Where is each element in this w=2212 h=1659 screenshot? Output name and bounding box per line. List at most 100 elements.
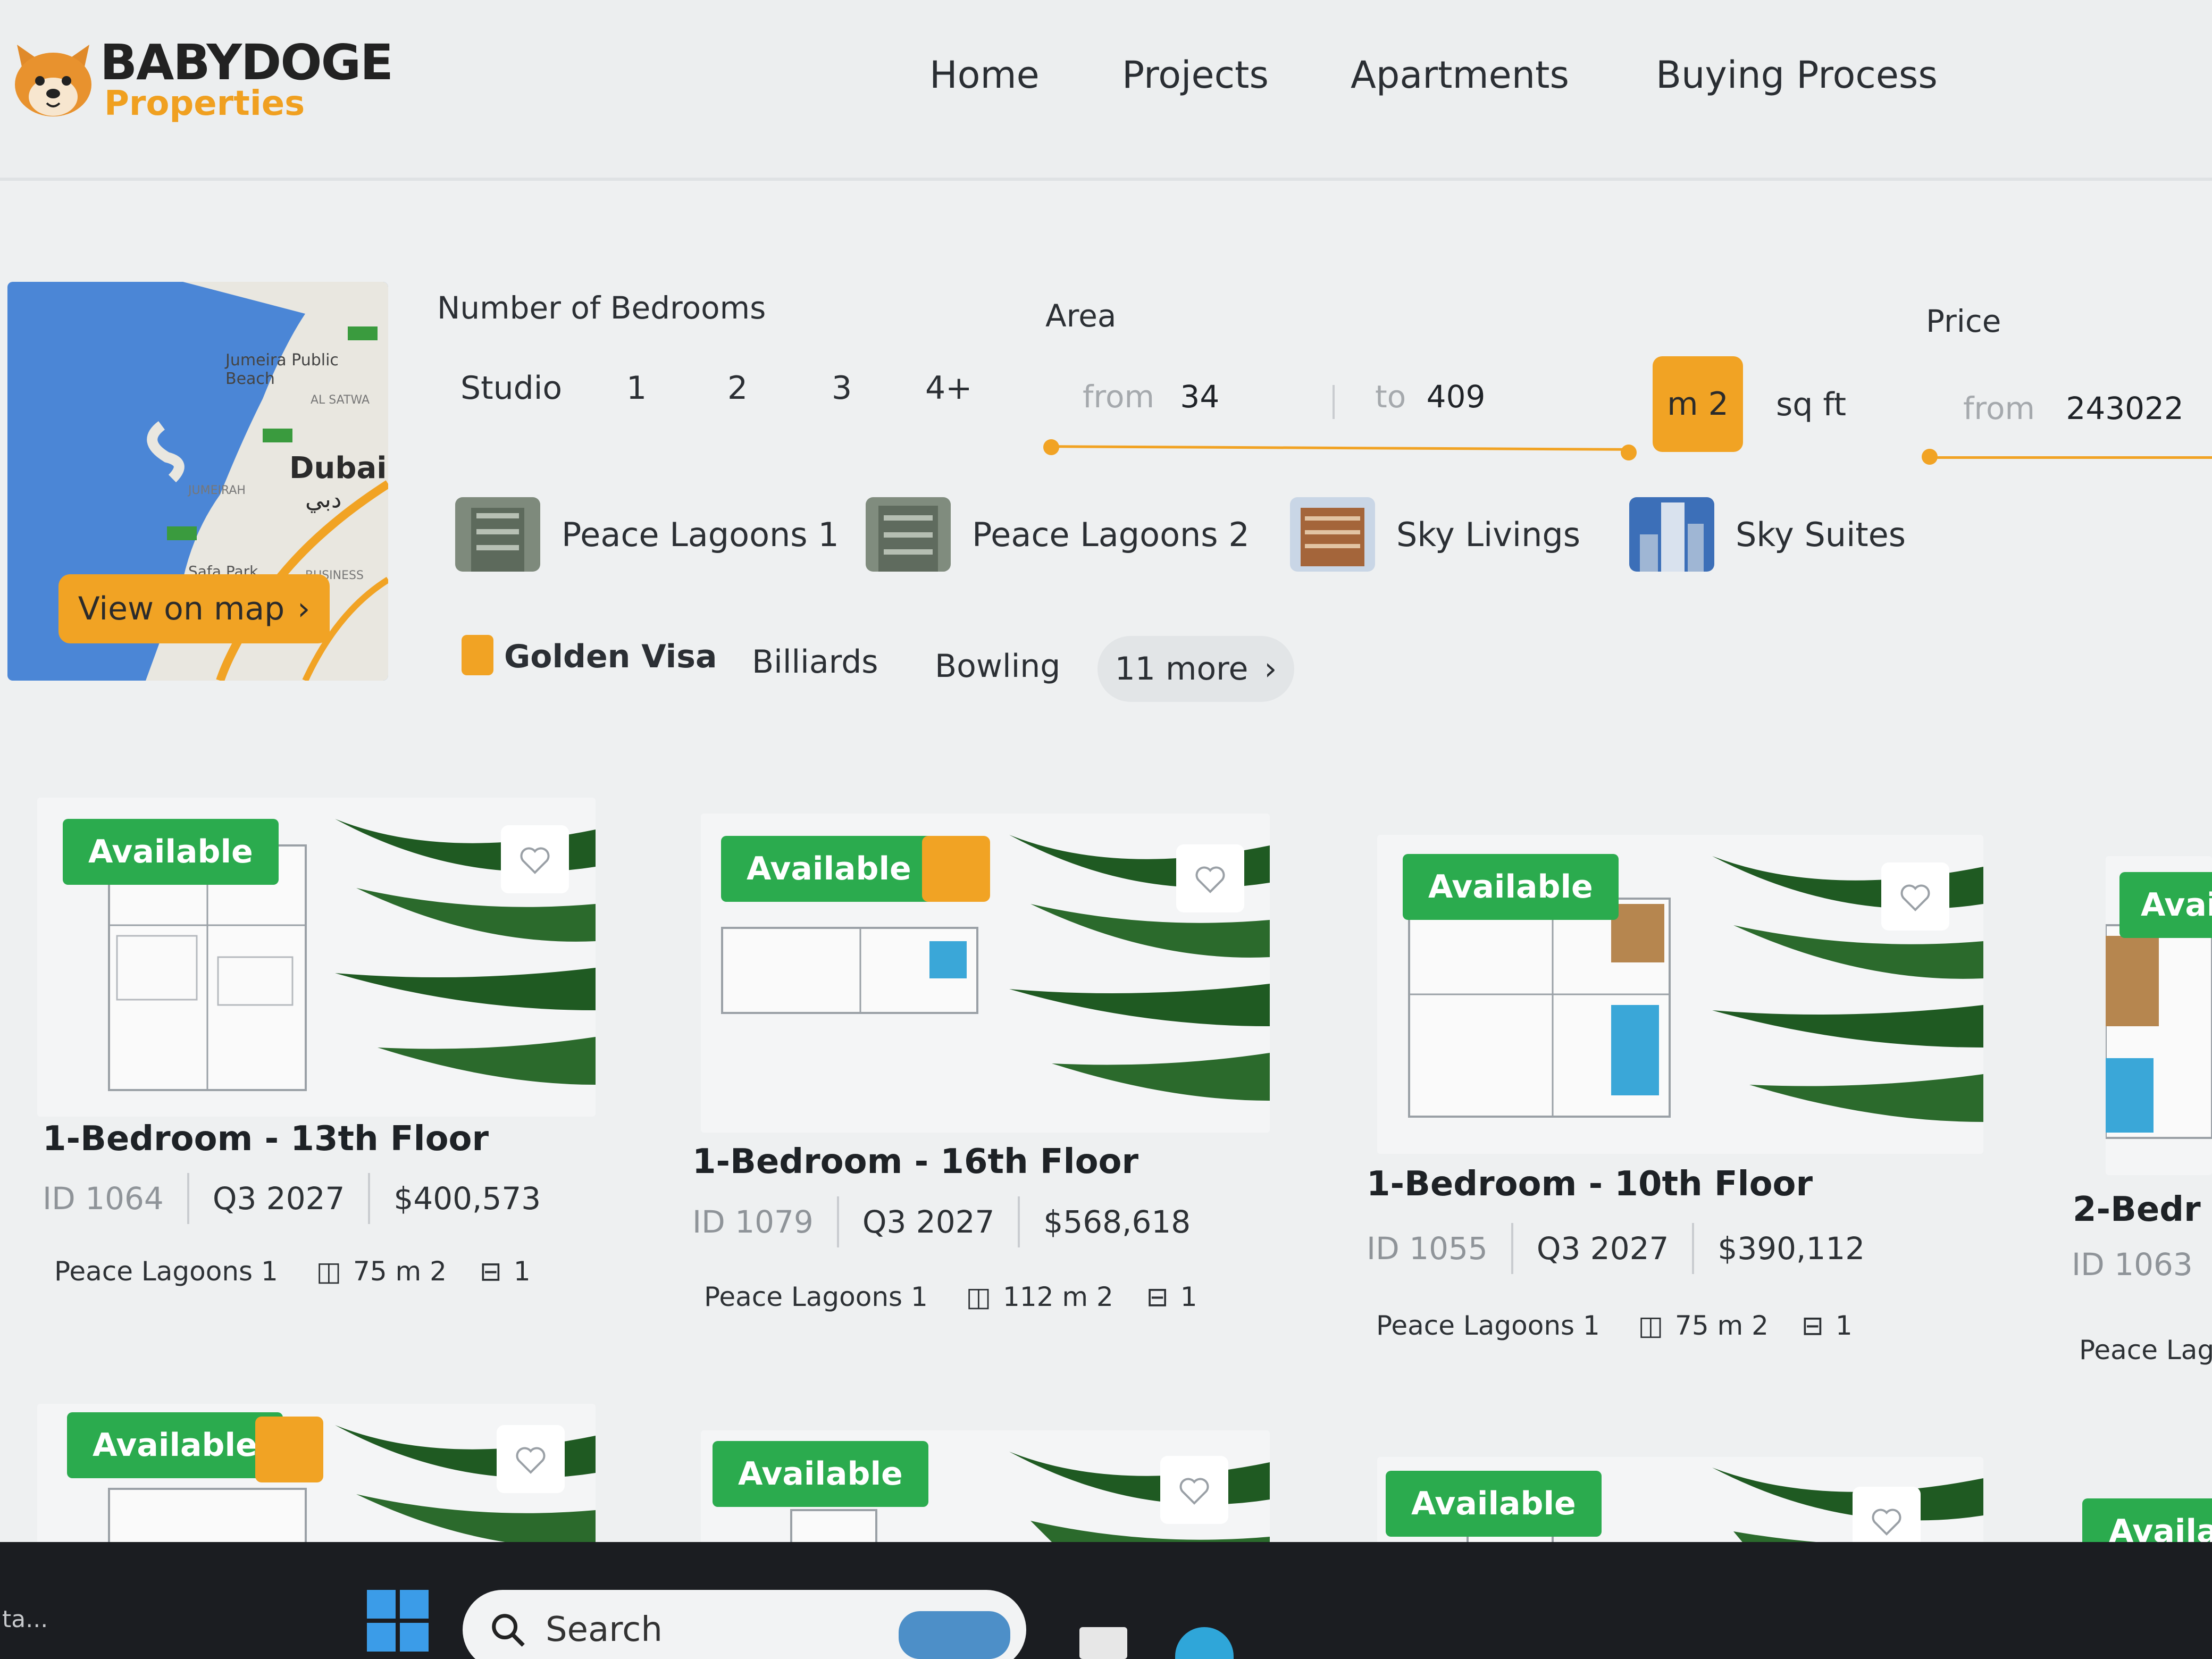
project-tag: Peace Lag (2079, 1335, 2212, 1365)
availability-badge: Available (721, 836, 937, 902)
amenity-golden-visa[interactable]: Golden Visa (504, 638, 717, 675)
view-on-map-label: View on map (78, 590, 285, 627)
area-divider (1333, 385, 1335, 419)
project-name: Peace Lagoons 2 (972, 515, 1250, 554)
heart-icon (1195, 866, 1225, 893)
favorite-button[interactable] (1160, 1456, 1228, 1524)
building-thumbnail (1629, 497, 1714, 572)
apartment-tags: Peace Lagoons 1 ◫ 75 m 2 ⊟ 1 (54, 1256, 531, 1287)
bedroom-option-1[interactable]: 1 (626, 370, 647, 407)
apartment-tags: Peace Lagoons 1 ◫ 75 m 2 ⊟ 1 (1376, 1310, 1853, 1341)
unit-sqft-toggle[interactable]: sq ft (1776, 386, 1846, 423)
apartment-meta: ID 1064 Q3 2027 $400,573 (43, 1173, 541, 1224)
favorite-button[interactable] (1881, 862, 1949, 931)
file-explorer-icon[interactable] (1079, 1627, 1127, 1659)
building-thumbnail (455, 497, 540, 572)
project-name: Peace Lagoons 1 (562, 515, 839, 554)
view-on-map-button[interactable]: View on map › (58, 574, 330, 643)
completion-date: Q3 2027 (862, 1204, 995, 1240)
project-name: Sky Suites (1736, 515, 1906, 554)
favorite-button[interactable] (497, 1425, 565, 1493)
heart-icon (516, 1447, 546, 1474)
apartment-id: ID 1055 (1367, 1230, 1488, 1267)
apartment-price: $390,112 (1717, 1230, 1865, 1267)
bedroom-option-4plus[interactable]: 4+ (925, 370, 972, 407)
golden-visa-badge-icon (922, 836, 990, 902)
unit-m2-toggle[interactable]: m 2 (1653, 356, 1743, 452)
apartment-price: $400,573 (393, 1180, 541, 1217)
apartment-id: ID 1063 (2072, 1246, 2193, 1283)
bedroom-count: 1 (1180, 1281, 1197, 1312)
amenity-bowling[interactable]: Bowling (935, 648, 1060, 685)
taskbar-search-label: Search (546, 1610, 663, 1649)
availability-badge: Available (713, 1441, 928, 1507)
availability-badge: Available (1386, 1471, 1602, 1537)
apartment-title[interactable]: 1-Bedroom - 16th Floor (692, 1142, 1138, 1182)
project-chip-peace-lagoons-2[interactable]: Peace Lagoons 2 (866, 489, 1250, 580)
favorite-button[interactable] (501, 825, 569, 893)
golden-visa-icon (462, 635, 493, 675)
project-chip-sky-suites[interactable]: Sky Suites (1629, 489, 1906, 580)
favorite-button[interactable] (1176, 844, 1244, 912)
building-thumbnail (866, 497, 951, 572)
taskbar-left-text: ta... (2, 1606, 48, 1633)
bedroom-option-3[interactable]: 3 (832, 370, 852, 407)
amenity-billiards[interactable]: Billiards (752, 643, 878, 681)
price-slider-min-handle[interactable] (1922, 449, 1938, 465)
heart-icon (1179, 1478, 1209, 1505)
area-label: Area (1045, 298, 1117, 334)
nav-buying-process[interactable]: Buying Process (1656, 53, 1938, 97)
area-from-prefix: from (1083, 379, 1154, 415)
more-amenities-button[interactable]: 11 more › (1097, 636, 1294, 702)
price-slider-track[interactable] (1929, 456, 2212, 459)
brand-subtitle: Properties (104, 84, 305, 123)
map-label-city: Dubai (289, 451, 387, 485)
nav-projects[interactable]: Projects (1122, 53, 1269, 97)
bed-icon: ⊟ (1801, 1310, 1824, 1341)
price-from-input[interactable]: from 243022 (1963, 390, 2184, 426)
apartment-meta: ID 1063 (2072, 1246, 2193, 1283)
building-thumbnail (1290, 497, 1375, 572)
area-value: 75 m 2 (1675, 1310, 1769, 1341)
project-chip-sky-livings[interactable]: Sky Livings (1290, 489, 1580, 580)
apartment-title[interactable]: 2-Bedr (2073, 1190, 2201, 1229)
nav-apartments[interactable]: Apartments (1351, 53, 1569, 97)
availability-badge: Available (63, 819, 279, 885)
map-label-city-arabic: دبي (305, 486, 342, 513)
bedrooms-label: Number of Bedrooms (437, 290, 766, 326)
bedroom-count: 1 (1835, 1310, 1853, 1341)
apartment-id: ID 1064 (43, 1180, 164, 1217)
search-highlight-icon (899, 1611, 1010, 1659)
availability-badge: Avai (2119, 872, 2212, 938)
availability-badge: Available (67, 1412, 283, 1478)
area-icon: ◫ (966, 1281, 992, 1312)
area-icon: ◫ (316, 1256, 342, 1287)
more-amenities-label: 11 more (1115, 650, 1249, 688)
area-from-input[interactable]: from 34 (1083, 379, 1219, 415)
apartment-price: $568,618 (1043, 1204, 1191, 1240)
bedroom-option-studio[interactable]: Studio (460, 370, 562, 407)
heart-icon (520, 847, 550, 874)
completion-date: Q3 2027 (1536, 1230, 1669, 1267)
area-to-prefix: to (1375, 379, 1406, 415)
bedroom-option-2[interactable]: 2 (727, 370, 748, 407)
project-chip-peace-lagoons-1[interactable]: Peace Lagoons 1 (455, 489, 839, 580)
apartment-title[interactable]: 1-Bedroom - 10th Floor (1367, 1164, 1813, 1204)
dog-logo-icon (15, 45, 91, 116)
map-label: JUMEIRAH (188, 484, 246, 497)
area-icon: ◫ (1638, 1310, 1664, 1341)
nav-home[interactable]: Home (929, 53, 1040, 97)
price-from-prefix: from (1963, 390, 2035, 426)
search-icon (492, 1614, 525, 1647)
bed-icon: ⊟ (479, 1256, 502, 1287)
windows-start-icon[interactable] (367, 1590, 429, 1652)
area-slider-max-handle[interactable] (1621, 445, 1637, 460)
price-label: Price (1926, 303, 2001, 339)
brand-logo[interactable]: BABYDOGE Properties (11, 32, 393, 128)
area-slider-track[interactable] (1050, 445, 1631, 451)
area-to-input[interactable]: to 409 (1375, 379, 1485, 415)
apartment-title[interactable]: 1-Bedroom - 13th Floor (43, 1119, 489, 1159)
chevron-right-icon: › (297, 590, 311, 627)
area-slider-min-handle[interactable] (1043, 439, 1059, 455)
availability-badge: Available (1403, 854, 1619, 920)
